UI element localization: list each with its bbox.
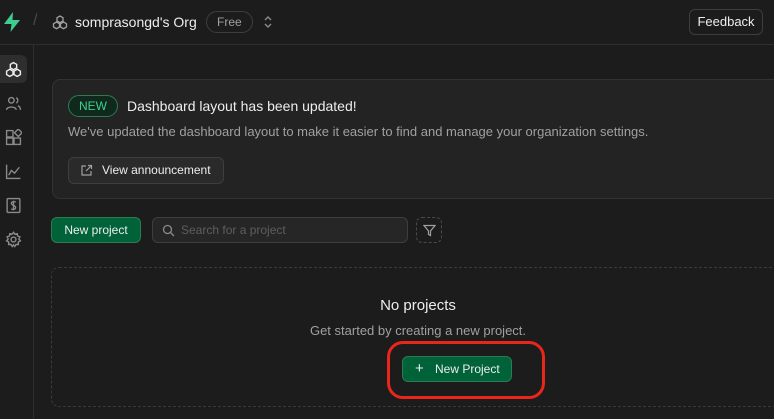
announcement-title: Dashboard layout has been updated! <box>127 98 357 114</box>
create-new-project-label: New Project <box>435 362 500 376</box>
view-announcement-button[interactable]: View announcement <box>68 157 224 184</box>
empty-state-description: Get started by creating a new project. <box>309 323 527 338</box>
billing-icon <box>6 197 21 213</box>
breadcrumb-separator: / <box>33 12 38 29</box>
create-new-project-button[interactable]: + New Project <box>402 356 512 382</box>
filter-button[interactable] <box>416 217 442 243</box>
plan-badge: Free <box>206 11 253 33</box>
new-badge: NEW <box>68 95 118 117</box>
view-announcement-label: View announcement <box>102 163 211 177</box>
integrations-icon <box>5 128 22 145</box>
announcement-description: We've updated the dashboard layout to ma… <box>68 124 649 139</box>
projects-icon <box>5 61 22 77</box>
sidebar-item-team[interactable] <box>0 89 27 117</box>
team-icon <box>5 96 22 110</box>
project-search[interactable] <box>152 217 408 243</box>
new-project-button[interactable]: New project <box>51 217 141 243</box>
org-cubes-icon <box>52 15 68 30</box>
plus-icon: + <box>415 360 424 377</box>
feedback-button[interactable]: Feedback <box>689 9 763 35</box>
sidebar <box>0 45 34 419</box>
filter-icon <box>422 224 436 236</box>
main-content: NEW Dashboard layout has been updated! W… <box>35 46 774 419</box>
sidebar-item-settings[interactable] <box>0 225 27 253</box>
empty-state-title: No projects <box>380 297 456 314</box>
settings-icon <box>5 230 22 248</box>
sidebar-item-usage[interactable] <box>0 157 27 185</box>
sidebar-item-projects[interactable] <box>0 55 27 83</box>
search-input[interactable] <box>181 218 401 242</box>
external-link-icon <box>81 164 93 176</box>
search-icon <box>162 224 175 237</box>
sidebar-item-integrations[interactable] <box>0 123 27 151</box>
supabase-bolt-icon[interactable] <box>3 12 21 32</box>
usage-icon <box>5 164 21 179</box>
empty-projects-panel: No projects Get started by creating a ne… <box>51 267 774 407</box>
org-name[interactable]: somprasongd's Org <box>75 14 197 30</box>
top-bar: / somprasongd's Org Free Feedback <box>0 0 774 45</box>
sidebar-item-billing[interactable] <box>0 191 27 219</box>
announcement-banner: NEW Dashboard layout has been updated! W… <box>52 79 774 199</box>
chevron-up-down-icon[interactable] <box>262 13 274 31</box>
